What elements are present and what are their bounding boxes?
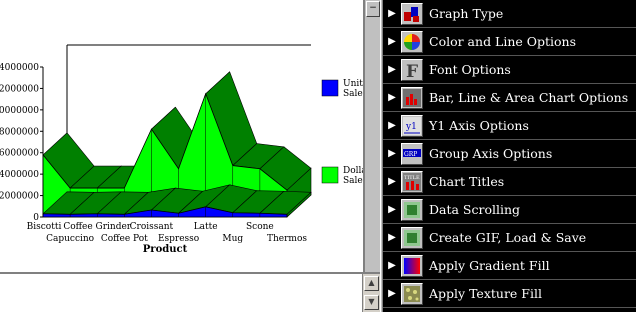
x-tick-label: Coffee Grinder xyxy=(63,222,131,232)
x-tick-label: Biscotti xyxy=(27,222,62,232)
color-wheel-icon xyxy=(401,30,423,53)
x-tick-label: Croissant xyxy=(130,222,174,232)
expand-arrow-icon[interactable]: ▶ xyxy=(383,64,401,75)
graph-type-icon xyxy=(401,2,423,25)
menu-item-label: Apply Gradient Fill xyxy=(429,258,550,273)
menu-item-data-scrolling[interactable]: ▶ Data Scrolling xyxy=(383,196,636,224)
legend-label: Unit xyxy=(343,79,363,89)
y-tick-label: 12000000 xyxy=(0,84,39,94)
menu-item-label: Apply Texture Fill xyxy=(429,286,542,301)
gif-save-icon xyxy=(401,226,423,249)
svg-text:y1: y1 xyxy=(405,122,417,132)
y-tick-label: 6000000 xyxy=(0,149,39,159)
expand-arrow-icon[interactable]: ▶ xyxy=(383,92,401,103)
legend-swatch xyxy=(321,79,339,97)
svg-text:GRP: GRP xyxy=(404,151,417,158)
expand-arrow-icon[interactable]: ▶ xyxy=(383,8,401,19)
expand-arrow-icon[interactable]: ▶ xyxy=(383,120,401,131)
y-tick-label: 8000000 xyxy=(0,127,39,137)
data-scroll-icon xyxy=(401,198,423,221)
x-tick-label: Scone xyxy=(246,222,274,232)
title-icon: TITLE xyxy=(401,170,423,193)
menu-item-create-gif-load-save[interactable]: ▶ Create GIF, Load & Save xyxy=(383,224,636,252)
x-tick-label: Mug xyxy=(222,234,243,244)
legend-label: Sales xyxy=(343,176,364,186)
legend-label: Sales xyxy=(343,89,364,99)
gradient-fill-icon xyxy=(401,254,423,277)
expand-arrow-icon[interactable]: ▶ xyxy=(383,148,401,159)
menu-item-label: Chart Titles xyxy=(429,174,505,189)
y-tick-label: 2000000 xyxy=(0,192,39,202)
x-tick-label: Latte xyxy=(194,222,218,232)
options-menu: ▶ Graph Type ▶ Color and Line Options ▶ F Font… xyxy=(383,0,636,312)
menu-item-y1-axis-options[interactable]: ▶ y1 Y1 Axis Options xyxy=(383,112,636,140)
menu-item-graph-type[interactable]: ▶ Graph Type xyxy=(383,0,636,28)
menu-item-label: Font Options xyxy=(429,62,511,77)
area-chart: 0200000040000006000000800000010000000120… xyxy=(0,44,364,255)
expand-arrow-icon[interactable]: ▶ xyxy=(383,260,401,271)
legend-label: Dollar xyxy=(343,166,364,176)
chart-scrollbar[interactable]: − xyxy=(364,0,380,272)
menu-item-group-axis-options[interactable]: ▶ GRP Group Axis Options xyxy=(383,140,636,168)
y-tick-label: 4000000 xyxy=(0,170,39,180)
scroll-down-button[interactable]: ▼ xyxy=(364,295,379,310)
svg-text:F: F xyxy=(406,62,418,80)
font-f-icon: F xyxy=(401,58,423,81)
expand-arrow-icon[interactable]: ▶ xyxy=(383,232,401,243)
group-axis-icon: GRP xyxy=(401,142,423,165)
expand-arrow-icon[interactable]: ▶ xyxy=(383,36,401,47)
x-axis-title: Product xyxy=(143,244,188,255)
x-tick-label: Thermos xyxy=(267,234,307,244)
expand-arrow-icon[interactable]: ▶ xyxy=(383,204,401,215)
menu-item-bar-line-area-chart-options[interactable]: ▶ Bar, Line & Area Chart Options xyxy=(383,84,636,112)
message-pane: ▲ ▼ xyxy=(0,272,380,312)
menu-item-label: Bar, Line & Area Chart Options xyxy=(429,90,629,105)
menu-item-color-and-line-options[interactable]: ▶ Color and Line Options xyxy=(383,28,636,56)
expand-arrow-icon[interactable]: ▶ xyxy=(383,288,401,299)
bar-chart-icon xyxy=(401,86,423,109)
x-tick-label: Capuccino xyxy=(46,234,94,244)
menu-item-label: Graph Type xyxy=(429,6,504,21)
menu-item-label: Create GIF, Load & Save xyxy=(429,230,587,245)
scroll-up-button[interactable]: ▲ xyxy=(364,276,379,291)
expand-arrow-icon[interactable]: ▶ xyxy=(383,176,401,187)
legend-swatch xyxy=(321,166,339,184)
svg-text:TITLE: TITLE xyxy=(404,175,420,181)
menu-item-apply-gradient-fill[interactable]: ▶ Apply Gradient Fill xyxy=(383,252,636,280)
y-tick-label: 10000000 xyxy=(0,106,39,116)
menu-item-label: Group Axis Options xyxy=(429,146,553,161)
menu-item-chart-titles[interactable]: ▶ TITLE Chart Titles xyxy=(383,168,636,196)
menu-item-font-options[interactable]: ▶ F Font Options xyxy=(383,56,636,84)
menu-item-apply-texture-fill[interactable]: ▶ Apply Texture Fill xyxy=(383,280,636,308)
scroll-collapse-button[interactable]: − xyxy=(366,1,380,17)
chart-pane: 0200000040000006000000800000010000000120… xyxy=(0,0,364,272)
y-tick-label: 14000000 xyxy=(0,63,39,73)
x-tick-label: Espresso xyxy=(158,234,199,244)
y1-axis-icon: y1 xyxy=(401,114,423,137)
menu-item-label: Data Scrolling xyxy=(429,202,521,217)
x-tick-label: Coffee Pot xyxy=(101,234,148,244)
message-scrollbar[interactable]: ▲ ▼ xyxy=(362,274,380,312)
menu-item-label: Y1 Axis Options xyxy=(429,118,529,133)
texture-fill-icon xyxy=(401,282,423,305)
menu-item-label: Color and Line Options xyxy=(429,34,577,49)
